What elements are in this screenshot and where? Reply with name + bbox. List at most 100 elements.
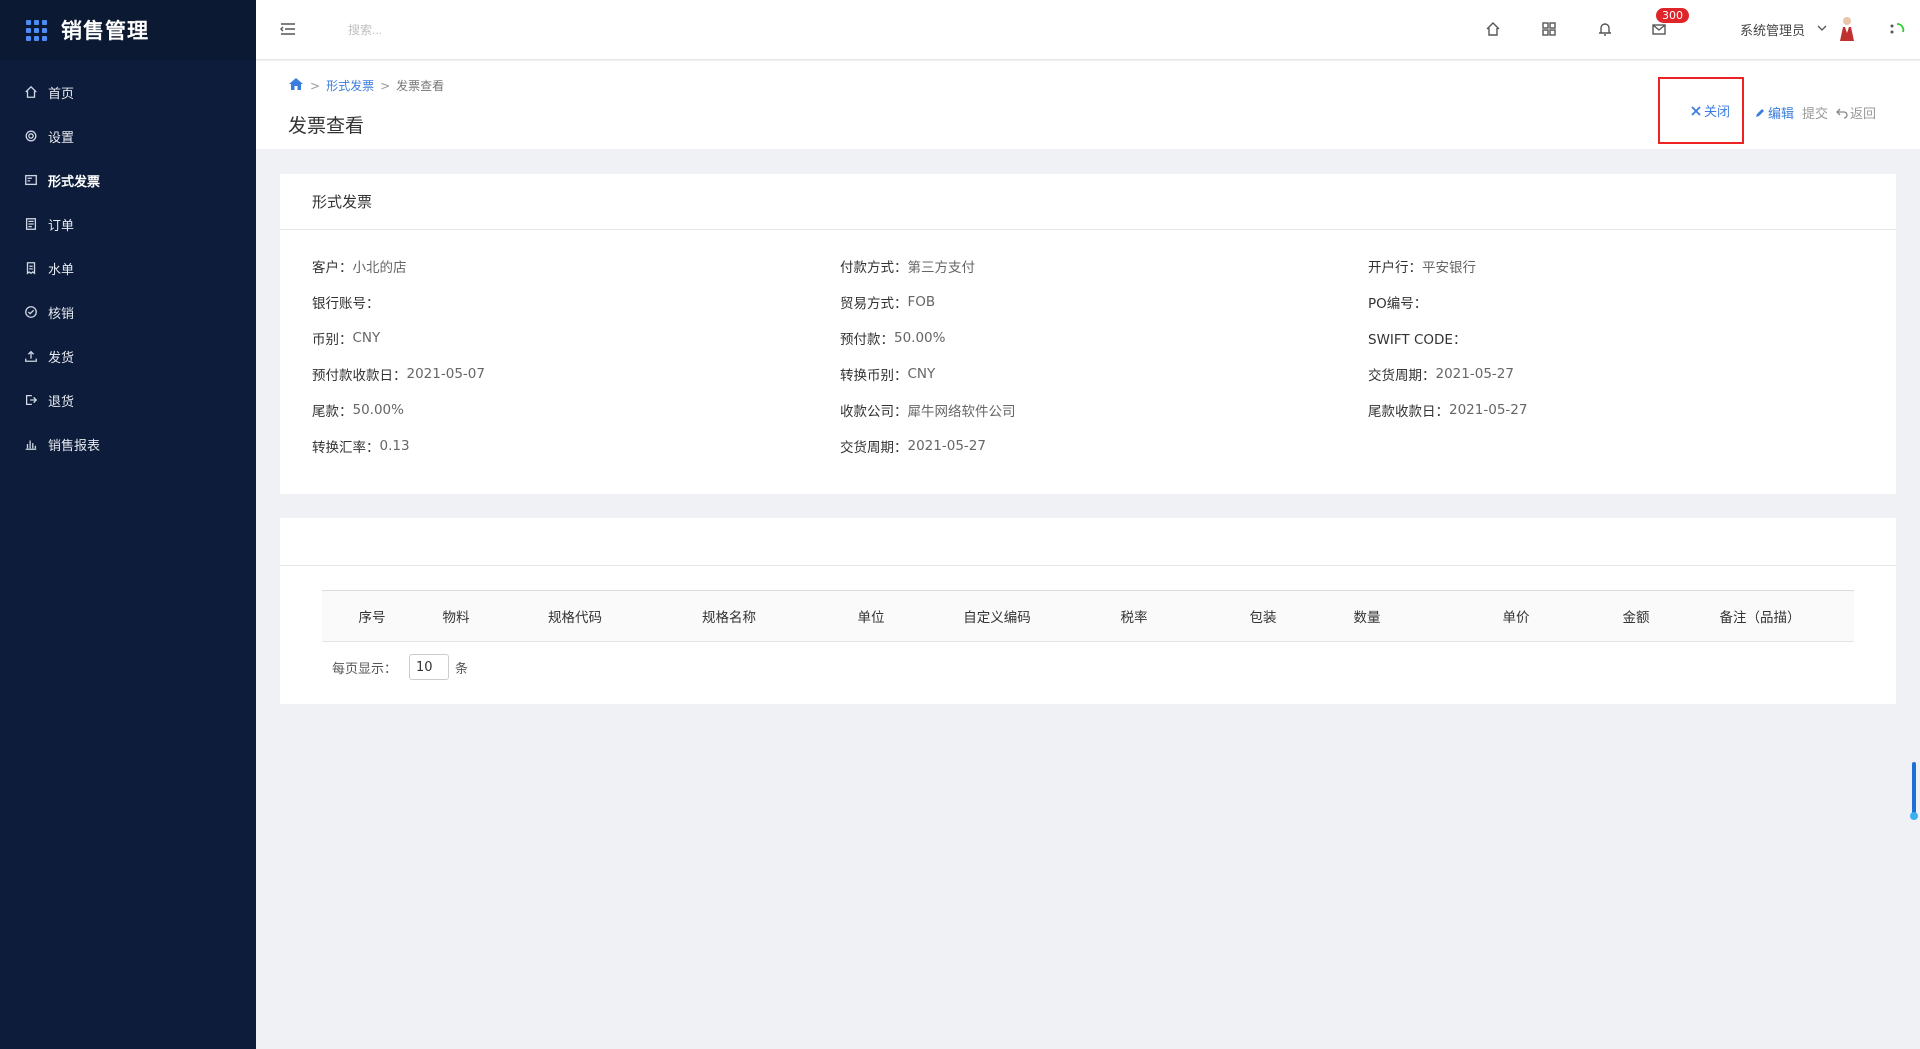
- receipt-icon: [24, 261, 38, 275]
- field-balance-date: 尾款收款日： 2021-05-27: [1368, 402, 1528, 420]
- pencil-icon: [1755, 108, 1764, 117]
- items-table-card: 序号 物料 规格代码 规格名称 单位 自定义编码 税率 包装 数量 单价 金额 …: [280, 518, 1896, 704]
- sidebar-item-sales-report[interactable]: 销售报表: [0, 422, 256, 466]
- sidebar-item-label: 发货: [48, 350, 75, 366]
- column-header: 单价: [1502, 610, 1530, 626]
- breadcrumb-separator: >: [380, 78, 391, 93]
- submit-label: 提交: [1801, 107, 1828, 122]
- items-table-header: 序号 物料 规格代码 规格名称 单位 自定义编码 税率 包装 数量 单价 金额 …: [322, 590, 1854, 642]
- scrollbar-handle[interactable]: [1910, 812, 1918, 820]
- sidebar-item-settings[interactable]: 设置: [0, 114, 256, 158]
- action-bar: 关闭 编辑 提交 返回: [1650, 77, 1876, 146]
- sidebar-item-proforma-invoice[interactable]: 形式发票: [0, 158, 256, 202]
- sidebar-item-write-off[interactable]: 核销: [0, 290, 256, 334]
- avatar[interactable]: [1836, 15, 1858, 43]
- sidebar-item-receipts[interactable]: 水单: [0, 246, 256, 290]
- home-icon[interactable]: [1484, 20, 1502, 38]
- page-header: > 形式发票 > 发票查看 发票查看 关闭 编辑 提交 返回: [256, 61, 1920, 149]
- field-bank-account: 银行账号：: [312, 296, 380, 312]
- brand-title: 销售管理: [61, 19, 149, 43]
- field-customer: 客户： 小北的店: [312, 260, 407, 276]
- page-size-input[interactable]: 10: [409, 654, 450, 680]
- notification-badge: 300: [1656, 8, 1689, 23]
- sidebar-item-shipping[interactable]: 发货: [0, 334, 256, 378]
- column-header: 自定义编码: [963, 610, 1031, 626]
- column-header: 规格代码: [548, 610, 602, 626]
- column-header: 数量: [1353, 610, 1381, 626]
- sidebar-item-orders[interactable]: 订单: [0, 202, 256, 246]
- upload-icon: [24, 349, 38, 363]
- breadcrumb-link[interactable]: 形式发票: [326, 77, 374, 94]
- column-header: 规格名称: [702, 610, 756, 626]
- back-button[interactable]: 返回: [1836, 103, 1876, 122]
- undo-icon: [1836, 108, 1848, 119]
- column-header: 税率: [1120, 610, 1148, 626]
- menu-toggle-icon[interactable]: [278, 19, 298, 39]
- field-exchange-rate: 转换汇率： 0.13: [312, 438, 410, 456]
- bell-icon[interactable]: [1596, 20, 1614, 38]
- field-delivery-period-2: 交货周期： 2021-05-27: [840, 438, 986, 456]
- home-icon[interactable]: [288, 77, 304, 94]
- field-receiving-company: 收款公司： 犀牛网络软件公司: [840, 404, 1016, 420]
- sidebar-item-label: 订单: [48, 218, 75, 234]
- invoice-fields: 客户： 小北的店 付款方式： 第三方支付 开户行： 平安银行 银行账号： 贸易方式： F…: [280, 230, 1896, 464]
- sidebar-item-label: 退货: [48, 394, 75, 410]
- user-name[interactable]: 系统管理员: [1740, 20, 1805, 39]
- sidebar-item-home[interactable]: 首页: [0, 70, 256, 114]
- column-header: 金额: [1622, 610, 1650, 626]
- close-icon: [1691, 105, 1701, 116]
- sidebar-item-label: 水单: [48, 262, 75, 278]
- home-icon: [24, 85, 38, 99]
- more-options-icon[interactable]: [1886, 18, 1908, 40]
- bar-chart-icon: [24, 437, 38, 451]
- column-header: 包装: [1249, 610, 1277, 626]
- sidebar-item-label: 形式发票: [48, 174, 101, 190]
- column-header: 单位: [857, 610, 885, 626]
- sidebar: 销售管理 首页 设置 形式发票 订单 水单 核销 发货 退货 销售报表: [0, 0, 256, 1049]
- page-size-label: 每页显示：: [332, 661, 398, 677]
- close-label: 关闭: [1703, 105, 1730, 120]
- field-po-number: PO编号：: [1368, 296, 1428, 312]
- scrollbar-thumb[interactable]: [1912, 762, 1916, 818]
- field-delivery-period: 交货周期： 2021-05-27: [1368, 366, 1514, 384]
- column-header: 备注（品描）: [1719, 610, 1801, 626]
- sidebar-menu: 首页 设置 形式发票 订单 水单 核销 发货 退货 销售报表: [0, 70, 256, 466]
- field-trade-mode: 贸易方式： FOB: [840, 294, 936, 312]
- grid-icon[interactable]: [1540, 20, 1558, 38]
- close-button[interactable]: 关闭: [1657, 77, 1744, 144]
- back-label: 返回: [1849, 107, 1876, 122]
- apps-grid-icon[interactable]: [26, 19, 47, 41]
- clipboard-icon: [24, 217, 38, 231]
- brand: 销售管理: [0, 0, 256, 60]
- column-header: 物料: [442, 610, 470, 626]
- check-circle-icon: [24, 305, 38, 319]
- field-payment-method: 付款方式： 第三方支付: [840, 260, 975, 276]
- invoice-info-card: 形式发票 客户： 小北的店 付款方式： 第三方支付 开户行： 平安银行 银行账号： 贸…: [280, 174, 1896, 494]
- top-header: 300 系统管理员: [256, 0, 1920, 60]
- field-converted-currency: 转换币别： CNY: [840, 366, 936, 384]
- field-currency: 币别： CNY: [312, 330, 381, 348]
- sidebar-item-label: 设置: [48, 130, 75, 146]
- pagination: 每页显示： 10 条: [332, 654, 468, 680]
- field-balance: 尾款： 50.00%: [312, 402, 404, 420]
- sidebar-item-label: 核销: [48, 306, 75, 322]
- column-header: 序号: [358, 610, 386, 626]
- card-header: [280, 518, 1896, 566]
- breadcrumb-separator: >: [310, 78, 321, 93]
- submit-button[interactable]: 提交: [1802, 103, 1828, 122]
- field-prepayment: 预付款： 50.00%: [840, 330, 946, 348]
- edit-button[interactable]: 编辑: [1754, 103, 1794, 122]
- card-title: 形式发票: [280, 174, 1896, 230]
- sidebar-item-label: 首页: [48, 86, 75, 102]
- search-input[interactable]: [348, 21, 568, 39]
- return-icon: [24, 393, 38, 407]
- page-size-unit: 条: [455, 661, 469, 677]
- chevron-down-icon[interactable]: [1816, 22, 1828, 34]
- sidebar-item-label: 销售报表: [48, 438, 101, 454]
- breadcrumb-current: 发票查看: [396, 79, 445, 93]
- sidebar-item-returns[interactable]: 退货: [0, 378, 256, 422]
- field-prepayment-date: 预付款收款日： 2021-05-07: [312, 366, 485, 384]
- field-swift-code: SWIFT CODE：: [1368, 332, 1467, 348]
- breadcrumb: > 形式发票 > 发票查看: [288, 77, 444, 94]
- edit-label: 编辑: [1767, 107, 1794, 122]
